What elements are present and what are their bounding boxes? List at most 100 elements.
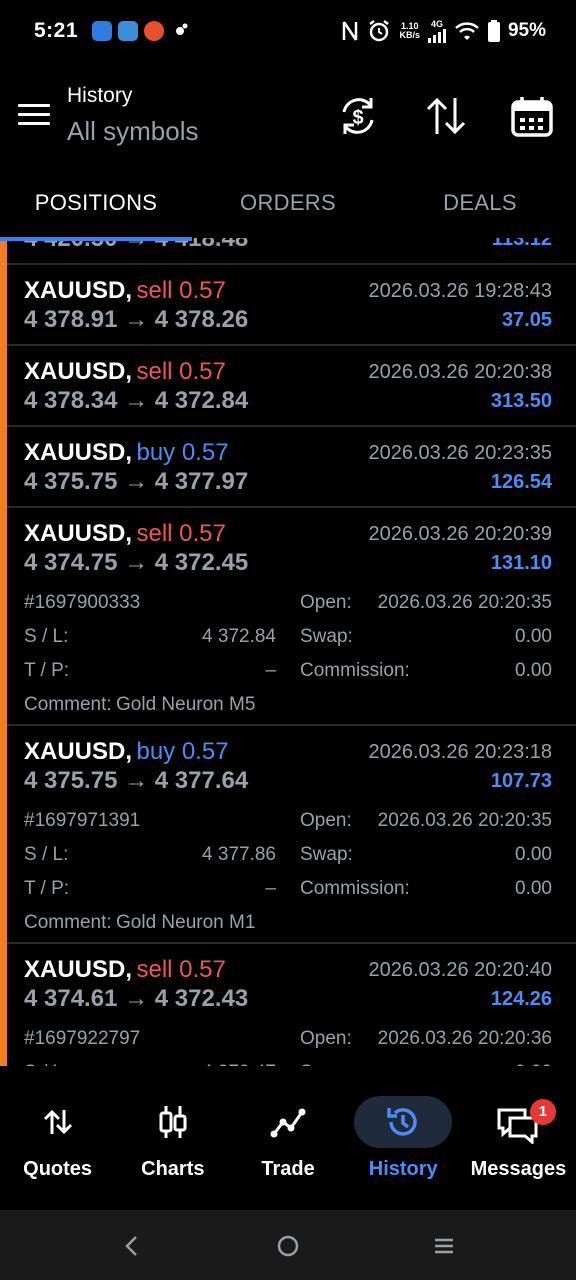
position-profit: 131.10 [490,551,552,574]
position-prices: 4 374.61 → 4 372.43 [24,985,249,1012]
swap-label: Swap: [300,626,353,647]
trade-line-icon [270,1108,306,1138]
app-notification-icon [118,21,139,41]
position-row[interactable]: XAUUSD, buy 0.57 2026.03.26 20:23:35 4 375… [0,427,576,508]
position-row[interactable]: XAUUSD, sell 0.57 2026.03.26 19:28:43 4 37… [0,265,576,346]
recents-icon[interactable] [432,1234,456,1258]
commission-value: 0.00 [515,878,552,899]
candlestick-icon [159,1106,187,1138]
position-profit: 113.12 [491,238,552,250]
position-symbol: XAUUSD, [24,520,133,547]
status-bar: 5:21 1.10 KB/s 4G 95% [0,0,576,62]
settings-notification-icon [176,23,188,35]
symbol-filter[interactable]: All symbols [67,116,198,147]
status-time: 5:21 [34,19,79,42]
app-notification-icon [92,21,113,41]
menu-icon[interactable] [18,104,50,126]
commission-value: 0.00 [515,660,552,681]
swap-value: 0.00 [515,626,552,647]
open-label: Open: [300,1028,352,1049]
swap-label: Swap: [300,844,353,865]
svg-text:$: $ [352,107,363,129]
tp-label: T / P: [24,878,70,899]
position-prices: 4 378.91 → 4 378.26 [24,306,249,333]
nav-messages-label: Messages [470,1158,567,1180]
position-profit: 107.73 [490,769,552,792]
commission-label: Commission: [300,660,410,681]
position-close-time: 2026.03.26 20:23:35 [368,441,552,464]
tab-orders[interactable]: ORDERS [192,172,384,238]
home-icon[interactable] [276,1234,300,1258]
position-profit: 126.54 [490,470,552,493]
comment-value: Gold Neuron M5 [116,694,256,715]
position-prices: 4 375.75 → 4 377.64 [24,767,249,794]
position-ticket: #1697971391 [24,810,141,831]
nav-history[interactable]: History [346,1088,461,1208]
tab-deals[interactable]: DEALS [384,172,576,238]
currency-refresh-icon[interactable]: $ [336,94,380,138]
position-ticket: #1697900333 [24,592,141,613]
bottom-navigation: Quotes Charts Trade History 1 Messages [0,1088,576,1208]
open-time: 2026.03.26 20:20:35 [377,592,552,613]
status-right: 1.10 KB/s 4G 95% [341,19,546,43]
sl-value: 4 377.86 [202,844,276,865]
app-notification-icon [144,21,165,41]
nav-quotes[interactable]: Quotes [0,1088,115,1208]
wifi-icon [455,22,479,40]
position-row[interactable]: XAUUSD, sell 0.57 2026.03.26 20:20:39 4 37… [0,508,576,726]
position-profit: 124.26 [490,987,552,1010]
swap-value: 0.00 [515,1062,552,1066]
position-prices: 4 374.75 → 4 372.45 [24,549,249,576]
back-icon[interactable] [120,1234,144,1258]
alarm-icon [369,20,390,42]
position-row[interactable]: XAUUSD, sell 0.572026.03.26 19:28:434 42… [0,238,576,265]
nav-trade-label: Trade [261,1158,315,1180]
position-symbol: XAUUSD, [24,277,133,304]
history-clock-icon [387,1108,417,1136]
tab-positions[interactable]: POSITIONS [0,172,192,238]
position-symbol: XAUUSD, [24,738,133,765]
position-profit: 313.50 [490,389,552,412]
nav-charts[interactable]: Charts [115,1088,230,1208]
battery-icon [487,20,500,42]
list-accent-bar [0,238,7,1066]
position-symbol: XAUUSD, [24,956,133,983]
nav-trade[interactable]: Trade [230,1088,345,1208]
nfc-icon [343,21,358,41]
open-label: Open: [300,592,352,613]
position-row[interactable]: XAUUSD, sell 0.57 2026.03.26 20:20:40 4 37… [0,944,576,1066]
nav-history-label: History [368,1158,438,1180]
positions-list[interactable]: XAUUSD, sell 0.572026.03.26 19:28:434 42… [0,238,576,1066]
position-row[interactable]: XAUUSD, sell 0.57 2026.03.26 20:20:38 4 37… [0,346,576,427]
position-close-time: 2026.03.26 19:28:43 [368,279,552,302]
position-type: sell 0.57 [136,956,226,983]
nav-charts-label: Charts [141,1158,205,1180]
position-profit: 37.05 [501,308,552,331]
position-close-time: 2026.03.26 20:20:38 [368,360,552,383]
tp-value: – [265,878,276,899]
position-type: buy 0.57 [136,439,229,466]
active-tab-indicator [0,237,192,241]
system-navigation-bar [0,1210,576,1280]
history-tabs: POSITIONS ORDERS DEALS [0,172,576,238]
quotes-arrows-icon [43,1109,72,1135]
sl-label: S / L: [24,626,69,647]
position-prices: 4 375.75 → 4 377.97 [24,468,249,495]
position-row[interactable]: XAUUSD, buy 0.57 2026.03.26 20:23:18 4 375… [0,726,576,944]
tp-value: – [265,660,276,681]
position-symbol: XAUUSD, [24,358,133,385]
battery-percent: 95% [507,20,546,41]
nav-quotes-label: Quotes [23,1158,93,1180]
position-prices: 4 378.34 → 4 372.84 [24,387,249,414]
open-time: 2026.03.26 20:20:36 [377,1028,552,1049]
open-time: 2026.03.26 20:20:35 [377,810,552,831]
nav-messages[interactable]: 1 Messages [461,1088,576,1208]
page-title: History [67,84,133,107]
position-close-time: 2026.03.26 20:20:40 [368,958,552,981]
notification-icons [92,21,190,41]
sort-icon[interactable] [424,94,468,138]
comment-label: Comment: [24,912,112,933]
calendar-icon[interactable] [510,94,554,138]
app-header: History All symbols $ [0,62,576,172]
position-type: sell 0.57 [136,277,226,304]
